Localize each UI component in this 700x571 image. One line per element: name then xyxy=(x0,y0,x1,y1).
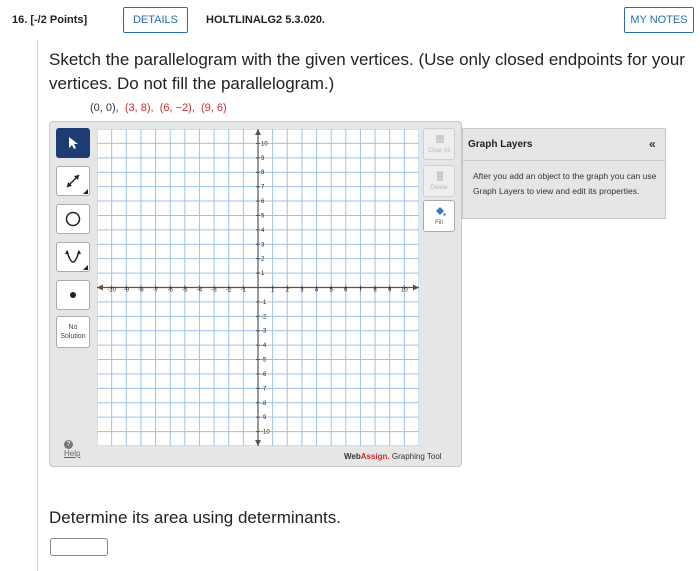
details-button[interactable]: DETAILS xyxy=(123,7,188,33)
x-tick-label: -7 xyxy=(153,288,159,294)
delete-button[interactable]: Delete xyxy=(423,165,455,197)
x-tick-label: 1 xyxy=(271,288,275,294)
point-tool[interactable] xyxy=(56,280,90,310)
graph-layers-panel: Graph Layers « After you add an object t… xyxy=(462,128,666,219)
x-tick-label: -3 xyxy=(211,288,217,294)
x-tick-label: 10 xyxy=(401,288,408,294)
pointer-tool[interactable] xyxy=(56,128,90,158)
y-tick-label: -10 xyxy=(261,430,270,436)
y-tick-label: -2 xyxy=(261,314,267,320)
y-axis-arrow-up xyxy=(255,129,261,135)
help-label: Help xyxy=(64,449,81,458)
clear-all-button[interactable]: Clear All xyxy=(423,128,455,160)
fill-label: Fill xyxy=(435,220,443,226)
y-tick-label: 3 xyxy=(261,242,265,248)
y-tick-label: 1 xyxy=(261,271,265,277)
x-tick-label: 5 xyxy=(330,288,334,294)
delete-label: Delete xyxy=(430,185,448,191)
y-tick-label: 6 xyxy=(261,199,265,205)
panel-divider xyxy=(463,160,665,161)
x-tick-label: 8 xyxy=(373,288,377,294)
y-tick-label: 8 xyxy=(261,170,265,176)
line-tool[interactable] xyxy=(56,166,90,196)
question-header: 16. [-/2 Points] DETAILS HOLTLINALG2 5.3… xyxy=(0,0,700,40)
vertex-list: (0, 0), (3, 8), (6, −2), (9, 6) xyxy=(90,102,227,114)
y-tick-label: 2 xyxy=(261,257,265,263)
line-icon xyxy=(66,174,80,188)
x-tick-label: 7 xyxy=(359,288,363,294)
webassign-brand: WebAssign. Graphing Tool xyxy=(344,452,442,461)
collapse-panel-button[interactable]: « xyxy=(649,137,656,151)
x-tick-label: 6 xyxy=(344,288,348,294)
y-axis-arrow-down xyxy=(255,440,261,446)
x-tick-label: -6 xyxy=(168,288,174,294)
x-tick-label: -2 xyxy=(226,288,232,294)
x-axis-arrow-left xyxy=(97,284,103,291)
graph-canvas[interactable]: -10 -9 -8 -7 -6 -5 -4 -3 -2 -1 1 2 3 4 5 6 7 8 9 10 10 9 8 7 6 5 4… xyxy=(97,129,419,446)
clear-all-label: Clear All xyxy=(427,148,451,154)
graph-layers-title: Graph Layers xyxy=(468,139,533,150)
question-prompt: Sketch the parallelogram with the given … xyxy=(49,50,685,93)
help-link[interactable]: ?Help xyxy=(64,439,90,458)
question-number-label: 16. xyxy=(12,14,28,26)
y-tick-label: -6 xyxy=(261,372,267,378)
help-icon: ? xyxy=(64,440,73,449)
line-options-corner xyxy=(83,189,88,194)
brand-suffix: Graphing Tool xyxy=(389,452,442,461)
y-tick-label: 7 xyxy=(261,185,265,191)
area-question: Determine its area using determinants. xyxy=(49,508,341,527)
vertex-4: (9, 6) xyxy=(201,102,227,114)
y-tick-label: 10 xyxy=(261,141,268,147)
coordinate-grid[interactable]: -10 -9 -8 -7 -6 -5 -4 -3 -2 -1 1 2 3 4 5 6 7 8 9 10 10 9 8 7 6 5 4… xyxy=(97,129,419,446)
brand-assign: Assign. xyxy=(360,452,390,461)
x-tick-label: 2 xyxy=(286,288,290,294)
y-tick-label: -8 xyxy=(261,401,267,407)
graph-layers-description: After you add an object to the graph you… xyxy=(473,171,657,196)
problem-code: HOLTLINALG2 5.3.020. xyxy=(206,14,325,26)
clear-all-icon xyxy=(436,135,444,143)
y-tick-label: -9 xyxy=(261,415,267,421)
question-number: 16. [-/2 Points] xyxy=(12,14,87,26)
area-answer-input[interactable] xyxy=(50,538,108,556)
parabola-tool[interactable] xyxy=(56,242,90,272)
y-tick-label: -7 xyxy=(261,386,267,392)
y-tick-label: -5 xyxy=(261,358,267,364)
points-label: [-/2 Points] xyxy=(30,14,88,26)
no-solution-button[interactable]: No Solution xyxy=(56,316,90,348)
vertex-1: (0, 0), xyxy=(90,102,119,114)
fill-button[interactable]: Fill xyxy=(423,200,455,232)
x-tick-label: -9 xyxy=(124,288,130,294)
paint-bucket-icon xyxy=(436,207,446,216)
my-notes-button[interactable]: MY NOTES xyxy=(624,7,694,33)
x-tick-label: -1 xyxy=(241,288,247,294)
x-tick-label: 3 xyxy=(300,288,304,294)
circle-icon xyxy=(65,211,81,227)
y-tick-label: -4 xyxy=(261,343,267,349)
y-tick-label: -3 xyxy=(261,329,267,335)
x-tick-label: -4 xyxy=(197,288,203,294)
point-icon xyxy=(70,292,76,298)
y-tick-label: -1 xyxy=(261,300,267,306)
x-tick-label: 4 xyxy=(315,288,319,294)
y-tick-label: 9 xyxy=(261,156,265,162)
trash-icon xyxy=(436,171,444,181)
y-tick-label: 4 xyxy=(261,228,265,234)
vertex-2: (3, 8), xyxy=(124,102,154,114)
parabola-icon xyxy=(65,250,81,263)
x-tick-label: -8 xyxy=(138,288,144,294)
x-tick-label: -5 xyxy=(182,288,188,294)
y-tick-label: 5 xyxy=(261,213,265,219)
circle-tool[interactable] xyxy=(56,204,90,234)
brand-web: Web xyxy=(344,452,361,461)
x-tick-label: 9 xyxy=(388,288,392,294)
pointer-icon xyxy=(69,137,78,149)
left-divider xyxy=(37,40,38,571)
vertex-3: (6, −2), xyxy=(159,102,195,114)
x-tick-label: -10 xyxy=(107,288,116,294)
x-axis-arrow-right xyxy=(413,284,419,291)
parabola-options-corner xyxy=(83,265,88,270)
